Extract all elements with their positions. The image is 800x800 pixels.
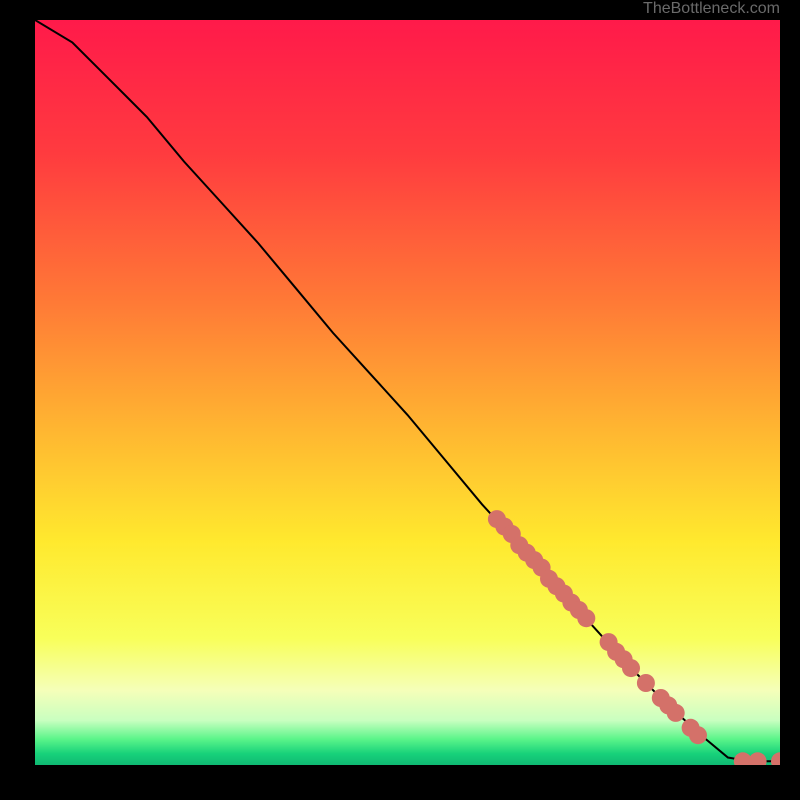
attribution-label: TheBottleneck.com	[643, 0, 780, 18]
data-point	[622, 659, 640, 677]
data-point	[689, 726, 707, 744]
data-point	[667, 704, 685, 722]
chart-svg	[35, 20, 780, 765]
heat-gradient-background	[35, 20, 780, 765]
chart-container: TheBottleneck.com	[0, 0, 800, 800]
data-point	[637, 674, 655, 692]
data-point	[577, 609, 595, 627]
plot-area	[35, 20, 780, 765]
